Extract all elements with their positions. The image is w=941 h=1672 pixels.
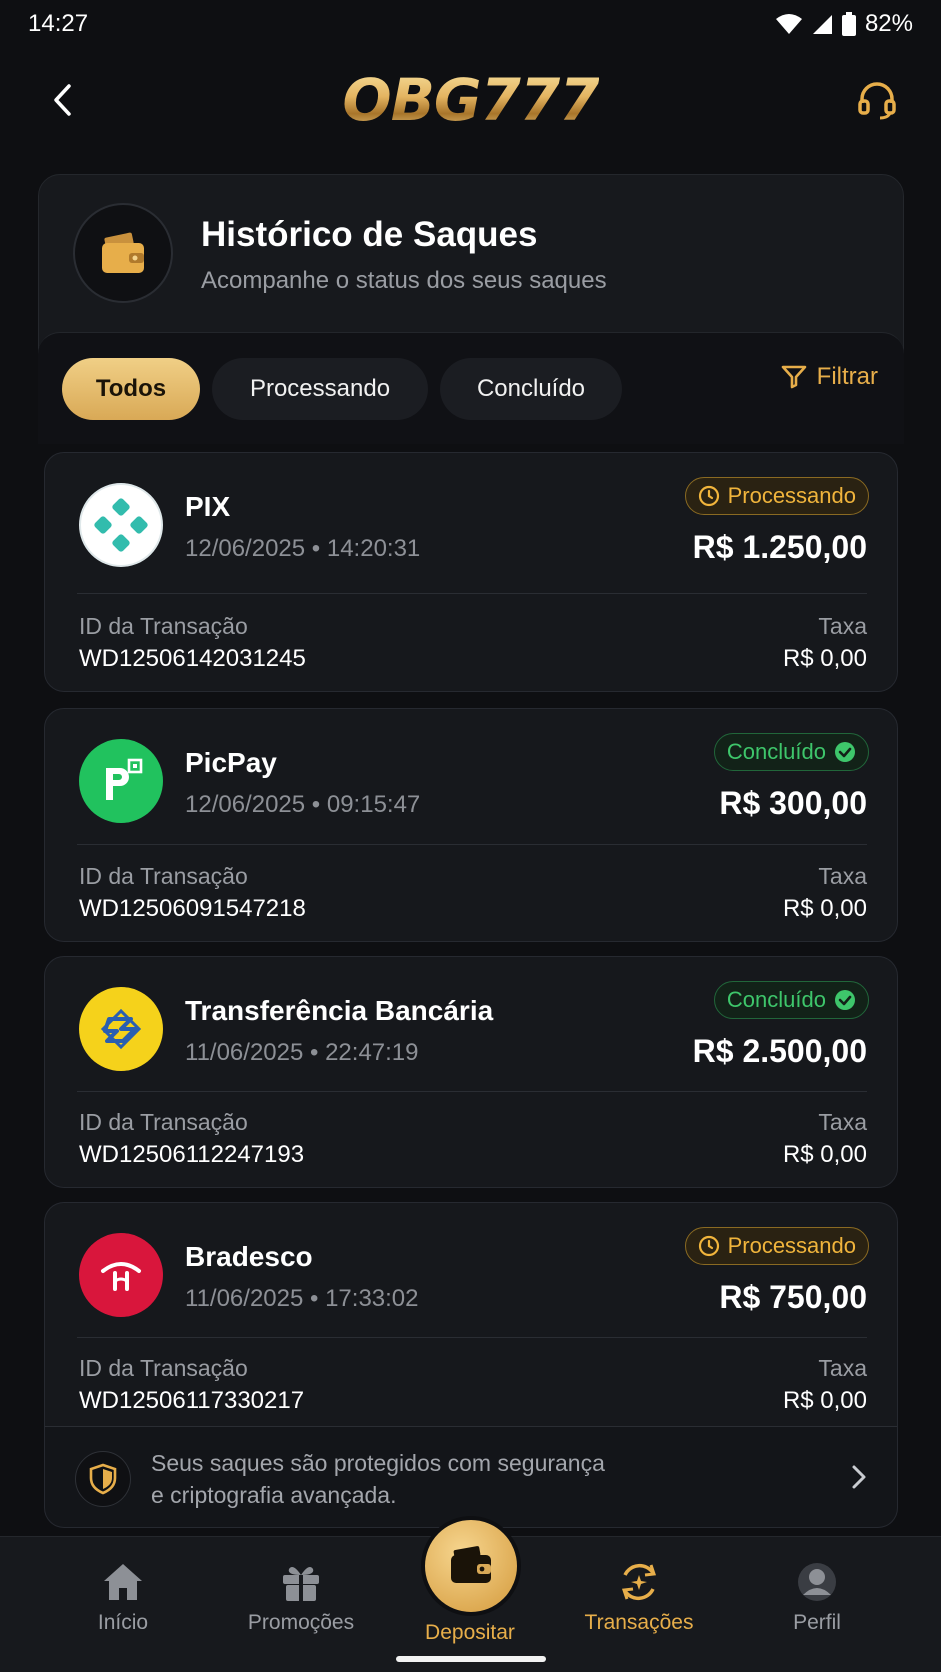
withdrawal-card[interactable]: PicPay 12/06/2025 • 09:15:47 Concluído R… bbox=[44, 708, 898, 942]
nav-transacoes[interactable]: Transações bbox=[564, 1561, 714, 1635]
nav-depositar[interactable]: Depositar bbox=[395, 1621, 545, 1645]
security-line-2: e criptografia avançada. bbox=[151, 1482, 397, 1508]
status-badge: Concluído bbox=[713, 733, 869, 771]
fee-value: R$ 0,00 bbox=[782, 645, 867, 672]
status-label: Concluído bbox=[726, 739, 826, 764]
security-line-1: Seus saques são protegidos com segurança bbox=[151, 1450, 605, 1476]
divider bbox=[77, 1337, 867, 1338]
tab-concluido[interactable]: Concluído bbox=[440, 357, 622, 420]
home-icon bbox=[104, 1564, 142, 1600]
nav-label: Depositar bbox=[425, 1621, 515, 1644]
check-circle-icon bbox=[835, 990, 855, 1010]
clock-icon bbox=[698, 1235, 719, 1257]
fee-label: Taxa bbox=[818, 1109, 867, 1135]
fee-value: R$ 0,00 bbox=[782, 1387, 867, 1414]
transactions-icon bbox=[621, 1563, 657, 1601]
withdrawal-card[interactable]: PIX 12/06/2025 • 14:20:31 Processando R$… bbox=[44, 452, 898, 692]
withdrawal-amount: R$ 300,00 bbox=[719, 785, 867, 821]
nav-label: Transações bbox=[584, 1611, 694, 1634]
method-name: PicPay bbox=[185, 747, 277, 778]
status-time: 14:27 bbox=[28, 10, 89, 37]
page-subtitle: Acompanhe o status dos seus saques bbox=[201, 267, 607, 294]
nav-label: Perfil bbox=[793, 1611, 841, 1634]
transaction-id-label: ID da Transação bbox=[79, 1109, 248, 1135]
battery-level: 82% bbox=[864, 10, 913, 37]
status-badge: Processando bbox=[684, 477, 869, 515]
page-title: Histórico de Saques bbox=[201, 215, 538, 254]
tab-processando[interactable]: Processando bbox=[212, 357, 428, 420]
transaction-id: WD12506091547218 bbox=[79, 895, 306, 922]
gift-icon bbox=[283, 1567, 319, 1601]
withdrawal-amount: R$ 750,00 bbox=[719, 1279, 867, 1315]
check-circle-icon bbox=[835, 742, 855, 762]
divider bbox=[77, 593, 867, 594]
pix-icon bbox=[79, 483, 163, 567]
top-bar: OBG777 bbox=[0, 58, 941, 142]
method-name: PIX bbox=[185, 491, 231, 522]
security-note[interactable]: Seus saques são protegidos com segurança… bbox=[44, 1426, 898, 1528]
nav-label: Início bbox=[97, 1611, 149, 1634]
shield-icon bbox=[75, 1451, 131, 1507]
home-indicator bbox=[396, 1656, 546, 1662]
fee-label: Taxa bbox=[818, 1355, 867, 1381]
fee-value: R$ 0,00 bbox=[782, 895, 867, 922]
app-logo: OBG777 bbox=[342, 66, 599, 134]
bank-icon bbox=[79, 987, 163, 1071]
transaction-id: WD12506112247193 bbox=[79, 1141, 305, 1168]
withdrawal-card[interactable]: Bradesco 11/06/2025 • 17:33:02 Processan… bbox=[44, 1202, 898, 1434]
nav-perfil[interactable]: Perfil bbox=[742, 1561, 892, 1635]
support-button[interactable] bbox=[853, 76, 901, 124]
transaction-id: WD12506117330217 bbox=[79, 1387, 305, 1414]
divider bbox=[77, 844, 867, 845]
status-icons: 82% bbox=[775, 10, 913, 38]
status-badge: Processando bbox=[684, 1227, 869, 1265]
chevron-right-icon bbox=[851, 1463, 867, 1496]
status-badge: Concluído bbox=[713, 981, 869, 1019]
nav-inicio[interactable]: Início bbox=[48, 1561, 198, 1635]
security-text: Seus saques são protegidos com segurança… bbox=[151, 1447, 671, 1511]
transaction-id: WD12506142031245 bbox=[79, 645, 306, 672]
bradesco-icon bbox=[79, 1233, 163, 1317]
withdrawal-amount: R$ 2.500,00 bbox=[692, 1033, 867, 1069]
back-button[interactable] bbox=[40, 78, 84, 122]
status-label: Concluído bbox=[726, 987, 826, 1012]
clock-icon bbox=[698, 485, 719, 507]
nav-label: Promoções bbox=[247, 1611, 355, 1634]
chevron-left-icon bbox=[54, 84, 71, 116]
withdrawal-amount: R$ 1.250,00 bbox=[692, 529, 867, 565]
deposit-button[interactable] bbox=[421, 1516, 521, 1616]
method-name: Transferência Bancária bbox=[185, 995, 494, 1026]
signal-icon bbox=[812, 15, 832, 34]
transaction-id-label: ID da Transação bbox=[79, 1355, 248, 1381]
transaction-id-label: ID da Transação bbox=[79, 613, 248, 639]
transaction-date: 11/06/2025 • 22:47:19 bbox=[185, 1039, 419, 1066]
battery-icon bbox=[841, 12, 856, 36]
nav-promocoes[interactable]: Promoções bbox=[226, 1561, 376, 1635]
wallet-icon bbox=[73, 203, 173, 303]
transaction-date: 12/06/2025 • 14:20:31 bbox=[185, 535, 421, 562]
transaction-date: 11/06/2025 • 17:33:02 bbox=[185, 1285, 419, 1312]
method-name: Bradesco bbox=[185, 1241, 313, 1272]
transaction-date: 12/06/2025 • 09:15:47 bbox=[185, 791, 421, 818]
wifi-icon bbox=[775, 14, 802, 34]
wallet-icon bbox=[451, 1546, 491, 1583]
fee-label: Taxa bbox=[818, 863, 867, 889]
divider bbox=[77, 1091, 867, 1092]
filter-button[interactable]: Filtrar bbox=[781, 363, 878, 391]
filter-tabs: Todos Processando Concluído Filtrar bbox=[38, 332, 904, 444]
profile-icon bbox=[798, 1563, 836, 1601]
fee-label: Taxa bbox=[818, 613, 867, 639]
withdrawal-card[interactable]: Transferência Bancária 11/06/2025 • 22:4… bbox=[44, 956, 898, 1188]
filter-label: Filtrar bbox=[816, 363, 878, 390]
fee-value: R$ 0,00 bbox=[782, 1141, 867, 1168]
transaction-id-label: ID da Transação bbox=[79, 863, 248, 889]
status-label: Processando bbox=[727, 483, 856, 508]
picpay-icon bbox=[79, 739, 163, 823]
status-label: Processando bbox=[727, 1233, 856, 1258]
headset-icon bbox=[858, 82, 896, 120]
tab-todos[interactable]: Todos bbox=[62, 357, 200, 420]
status-bar: 14:27 82% bbox=[0, 0, 941, 48]
funnel-icon bbox=[781, 365, 806, 389]
